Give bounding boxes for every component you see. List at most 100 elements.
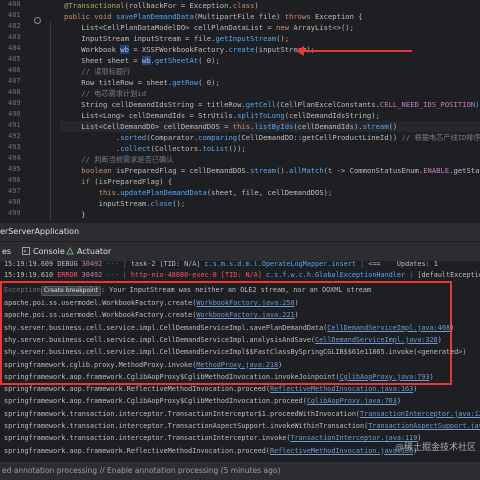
run-configuration-name[interactable]: erServerApplication (0, 227, 79, 236)
stack-method: shy.server.business.cell.service.impl.Ce… (4, 323, 328, 332)
console-token: --- | (106, 271, 131, 279)
code-token: create (228, 45, 255, 54)
stack-frame[interactable]: springframework.transaction.interceptor.… (4, 421, 480, 432)
code-line[interactable]: InputStream inputStream = file.getInputS… (64, 33, 289, 44)
code-line[interactable]: List<CellDemandDO> cellDemandDOS = this.… (64, 121, 397, 132)
status-message[interactable]: ed annotation processing // Enable annot… (2, 466, 280, 475)
line-number: 496 (8, 176, 21, 184)
code-line[interactable]: .collect(Collectors.toList()); (64, 143, 246, 154)
console-icon (22, 247, 30, 255)
source-link: <generated> (417, 348, 463, 357)
code-editor[interactable]: 480 481 482 483 484 485 486 487 488 489 490 491 492 4… (0, 0, 480, 222)
stack-frame[interactable]: apache.poi.ss.usermodel.WorkbookFactory.… (4, 310, 299, 321)
code-line[interactable]: List<CellPlanDataModelDO> cellPlanDataLi… (64, 22, 354, 33)
code-line[interactable]: if (isPreparedFlag) { (64, 176, 172, 187)
code-token: . (64, 133, 121, 142)
console-token: ) (450, 323, 455, 332)
stack-method: springframework.transaction.interceptor.… (4, 434, 291, 443)
code-token: String cellDemandIdsString = titleRow. (64, 100, 246, 109)
code-line[interactable]: Sheet sheet = wb.getSheetAt( 0); (64, 55, 220, 66)
highlighted-identifier: wb (141, 56, 151, 65)
code-line[interactable]: // 电芯需求计划id (64, 88, 146, 99)
create-breakpoint-button[interactable]: Create breakpoint (40, 286, 101, 296)
code-line[interactable]: // 判断当前需求是否已确认 (64, 154, 173, 165)
tab-console-label: Console (33, 247, 65, 256)
stack-frame[interactable]: springframework.transaction.interceptor.… (4, 409, 480, 420)
code-token: // 电芯需求计划id (64, 89, 147, 98)
tab-console[interactable]: Console (22, 247, 65, 256)
line-number: 498 (8, 198, 21, 206)
code-token: collect (120, 144, 151, 153)
line-number: 486 (8, 66, 21, 74)
log-level: ERROR (57, 271, 82, 279)
code-token: List<CellPlanDataModelDO> cellPlanDataLi… (64, 23, 277, 32)
code-token: (CellDemandDO::getCellProductLineId)) (237, 133, 402, 142)
stack-method: springframework.aop.framework.Reflective… (4, 446, 270, 455)
tab-services[interactable]: es (2, 247, 11, 256)
stack-frame[interactable]: springframework.aop.framework.CglibAopPr… (4, 372, 434, 383)
code-line[interactable]: Workbook wb = XSSFWorkbookFactory.create… (64, 44, 315, 55)
implements-marker-icon[interactable] (34, 17, 41, 24)
console-token: ) (294, 311, 299, 320)
console-token: c.s.m.s.d.m.l.OperateLogMapper.insert (204, 261, 361, 268)
code-line[interactable]: // 读取标题行 (64, 66, 130, 77)
source-link[interactable]: WorkbookFactory.java:221 (196, 311, 294, 319)
code-token: (); (276, 34, 290, 43)
code-line[interactable]: @Transactional(rollbackFor = Exception.c… (64, 0, 259, 11)
exception-message[interactable]: Exception Create breakpoint: Your InputSt… (4, 285, 371, 296)
source-link[interactable]: WorkbookFactory.java:258 (196, 299, 294, 307)
code-line[interactable]: String cellDemandIdsString = titleRow.ge… (64, 99, 480, 110)
stack-method: springframework.transaction.interceptor.… (4, 422, 369, 430)
code-token: new (276, 23, 294, 32)
code-line[interactable]: } (64, 209, 86, 220)
source-link[interactable]: CglibAopProxy.java:763 (307, 397, 397, 405)
stack-frame[interactable]: shy.server.business.cell.service.impl.Ce… (4, 335, 442, 346)
code-line[interactable]: .sorted(Comparator.comparing(CellDemandD… (64, 132, 480, 143)
stack-frame[interactable]: springframework.aop.framework.Reflective… (4, 446, 417, 457)
code-token: InputStream inputStream = file. (64, 34, 216, 43)
console-token: ) (396, 397, 401, 406)
console-output[interactable]: 15:19:19.609 DEBUG 30492 --- | task-2 [T… (0, 261, 480, 461)
code-token: stream (362, 122, 389, 131)
console-token: ) (413, 385, 418, 394)
code-token: Sheet sheet = (64, 56, 142, 65)
stack-frame[interactable]: springframework.cglib.proxy.MethodProxy.… (4, 360, 282, 371)
code-line[interactable]: boolean isPreparedFlag = cellDemandDOS.s… (64, 165, 480, 176)
stack-frame[interactable]: springframework.aop.framework.Reflective… (4, 384, 417, 395)
stack-frame[interactable]: shy.server.business.cell.service.impl.Ce… (4, 347, 466, 358)
source-link[interactable]: TransactionInterceptor.java:123 (360, 410, 480, 418)
code-token: ( 0); (198, 78, 220, 87)
code-line[interactable]: Row titleRow = sheet.getRow( 0); (64, 77, 220, 88)
code-line[interactable]: public void savePlanDemandData(Multipart… (64, 11, 363, 22)
code-token: .getStatus().equals( (449, 166, 480, 175)
source-link[interactable]: CellDemandServiceImpl.java:320 (315, 336, 438, 344)
code-token: getCell (245, 100, 277, 109)
stack-frame[interactable]: apache.poi.ss.usermodel.WorkbookFactory.… (4, 298, 299, 309)
log-line[interactable]: 15:19:19.609 DEBUG 30492 --- | task-2 [T… (4, 261, 438, 270)
code-area[interactable]: @Transactional(rollbackFor = Exception.c… (64, 0, 480, 222)
source-link[interactable]: ReflectiveMethodInvocation.java:163 (270, 385, 413, 393)
stack-method: springframework.aop.framework.CglibAopPr… (4, 397, 307, 406)
code-token: public void (64, 12, 116, 21)
log-line[interactable]: 15:19:19.610 ERROR 30492 --- | http-nio-… (4, 270, 480, 281)
source-link[interactable]: CellDemandServiceImpl.java:408 (327, 324, 450, 332)
code-token: comparing (198, 133, 238, 142)
code-token: toList (202, 144, 229, 153)
tab-actuator[interactable]: Actuator (66, 247, 111, 256)
source-link[interactable]: TransactionAspectSupport.java:388 (368, 422, 480, 430)
source-link[interactable]: ReflectiveMethodInvocation.java:186 (270, 447, 413, 455)
console-token: ) (437, 335, 442, 344)
code-line[interactable]: List<Long> cellDemandIds = StrUtils.spli… (64, 110, 380, 121)
stack-frame[interactable]: shy.server.business.cell.service.impl.Ce… (4, 323, 454, 334)
code-token: getRow (172, 78, 199, 87)
console-token: c.s.f.w.c.h.GlobalExceptionHandler (265, 271, 410, 279)
code-line[interactable]: inputStream.close(); (64, 198, 186, 209)
source-link[interactable]: MethodProxy.java:218 (196, 361, 278, 369)
code-line[interactable]: this.updatePlanDemandData(sheet, file, c… (64, 187, 333, 198)
code-token: ( 0); (198, 56, 220, 65)
stack-frame[interactable]: springframework.transaction.interceptor.… (4, 433, 421, 444)
stack-method: springframework.cglib.proxy.MethodProxy.… (4, 360, 197, 369)
code-token: } (64, 210, 86, 219)
stack-frame[interactable]: springframework.aop.framework.CglibAopPr… (4, 396, 401, 407)
source-link[interactable]: CglibAopProxy.java:793 (340, 373, 430, 381)
